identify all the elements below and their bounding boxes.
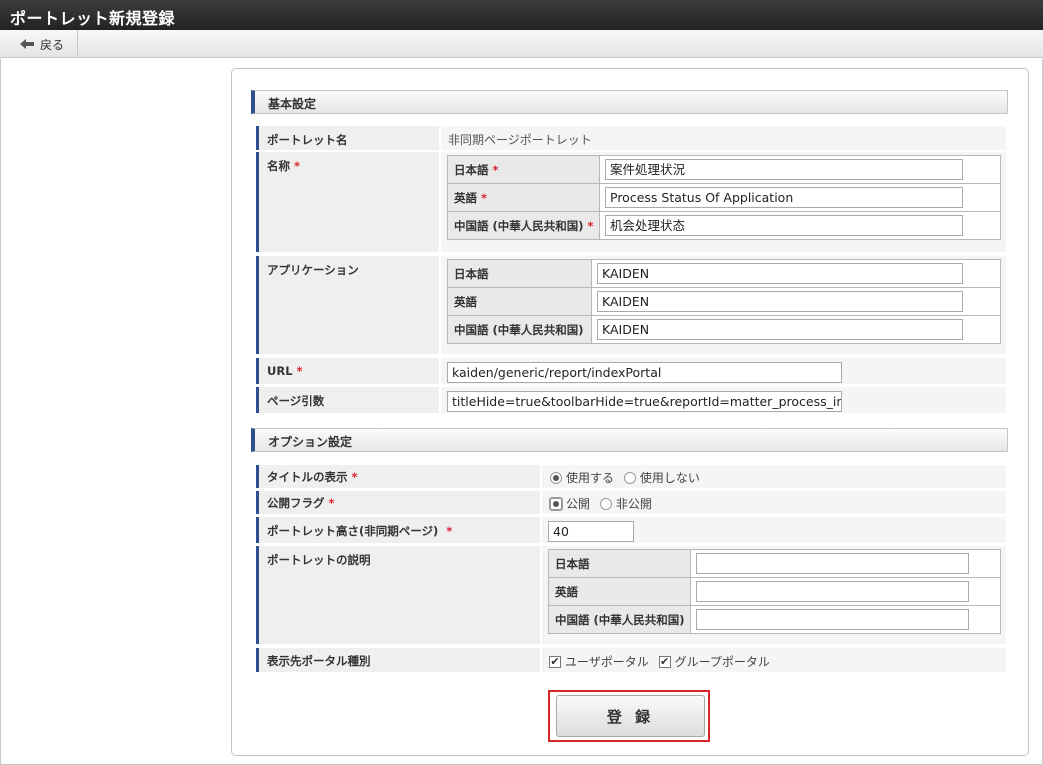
application-table: 日本語 KAIDEN 英語 KAIDEN 中国語 (中華人民共和国) KAIDE…: [447, 259, 1001, 344]
public-flag-private-radio[interactable]: [599, 497, 612, 510]
public-flag-label: 公開フラグ *: [256, 491, 540, 514]
portal-type-group-checkbox[interactable]: ✔: [658, 655, 671, 668]
option-settings-heading: オプション設定: [251, 428, 1008, 452]
page-title: ポートレット新規登録: [0, 0, 1043, 30]
back-button-label: 戻る: [40, 37, 65, 52]
portal-type-options: ✔ ユーザポータル ✔ グループポータル: [549, 653, 776, 670]
name-row-ja: 日本語 * 案件処理状況: [447, 155, 1001, 184]
title-display-use-radio[interactable]: [550, 471, 562, 484]
name-lang-en: 英語 *: [447, 183, 600, 212]
back-button[interactable]: 戻る: [8, 30, 78, 58]
name-en-input[interactable]: Process Status Of Application: [605, 187, 963, 208]
page-args-input[interactable]: titleHide=true&toolbarHide=true&reportId…: [447, 391, 842, 412]
description-label: ポートレットの説明: [256, 546, 540, 644]
portlet-name-value: 非同期ページポートレット: [448, 133, 592, 147]
name-row-en: 英語 * Process Status Of Application: [447, 183, 1001, 212]
url-label: URL *: [256, 358, 439, 384]
name-lang-ja: 日本語 *: [447, 155, 600, 184]
portal-type-label: 表示先ポータル種別: [256, 648, 540, 672]
description-zh-input[interactable]: [696, 609, 969, 630]
description-lang-zh: 中国語 (中華人民共和国): [548, 605, 691, 634]
description-en-input[interactable]: [696, 581, 969, 602]
description-ja-input[interactable]: [696, 553, 969, 574]
portal-type-user-label: ユーザポータル: [565, 655, 649, 669]
arrow-left-icon: [20, 39, 34, 49]
left-pane: [0, 59, 7, 765]
basic-settings-heading: 基本設定: [251, 90, 1008, 114]
name-row-zh: 中国語 (中華人民共和国) * 机会处理状态: [447, 211, 1001, 240]
public-flag-private-label: 非公開: [615, 497, 652, 511]
application-zh-input[interactable]: KAIDEN: [597, 319, 963, 340]
public-flag-options: 公開 非公開: [549, 495, 658, 512]
application-en-input[interactable]: KAIDEN: [597, 291, 963, 312]
name-label: 名称 *: [256, 152, 439, 252]
description-row-ja: 日本語: [548, 549, 1001, 578]
description-row-zh: 中国語 (中華人民共和国): [548, 605, 1001, 634]
name-lang-zh: 中国語 (中華人民共和国) *: [447, 211, 600, 240]
application-lang-ja: 日本語: [447, 259, 592, 288]
description-lang-en: 英語: [548, 577, 691, 606]
portal-type-group-label: グループポータル: [674, 655, 770, 669]
title-display-label: タイトルの表示 *: [256, 465, 540, 488]
title-display-nouse-radio[interactable]: [623, 471, 636, 484]
application-lang-en: 英語: [447, 287, 592, 316]
application-row-zh: 中国語 (中華人民共和国) KAIDEN: [447, 315, 1001, 344]
page-args-label: ページ引数: [256, 387, 439, 413]
public-flag-public-label: 公開: [566, 497, 591, 511]
height-input[interactable]: 40: [548, 521, 634, 542]
application-label: アプリケーション: [256, 256, 439, 354]
application-lang-zh: 中国語 (中華人民共和国): [447, 315, 592, 344]
title-display-nouse-label: 使用しない: [639, 471, 700, 485]
name-zh-input[interactable]: 机会处理状态: [605, 215, 963, 236]
toolbar: 戻る: [0, 30, 1043, 58]
public-flag-public-radio[interactable]: [549, 496, 563, 511]
portal-type-user-checkbox[interactable]: ✔: [549, 655, 561, 668]
description-table: 日本語 英語 中国語 (中華人民共和国): [548, 549, 1001, 634]
submit-button[interactable]: 登 録: [556, 695, 705, 737]
title-display-options: 使用する 使用しない: [550, 469, 706, 486]
portlet-name-label: ポートレット名: [256, 126, 439, 150]
name-ja-input[interactable]: 案件処理状況: [605, 159, 963, 180]
application-ja-input[interactable]: KAIDEN: [597, 263, 963, 284]
application-row-ja: 日本語 KAIDEN: [447, 259, 1001, 288]
name-table: 日本語 * 案件処理状況 英語 * Process Status Of Appl…: [447, 155, 1001, 240]
description-lang-ja: 日本語: [548, 549, 691, 578]
description-row-en: 英語: [548, 577, 1001, 606]
title-display-use-label: 使用する: [566, 471, 615, 485]
url-input[interactable]: kaiden/generic/report/indexPortal: [447, 362, 842, 383]
height-label: ポートレット高さ(非同期ページ) *: [256, 517, 540, 543]
application-row-en: 英語 KAIDEN: [447, 287, 1001, 316]
